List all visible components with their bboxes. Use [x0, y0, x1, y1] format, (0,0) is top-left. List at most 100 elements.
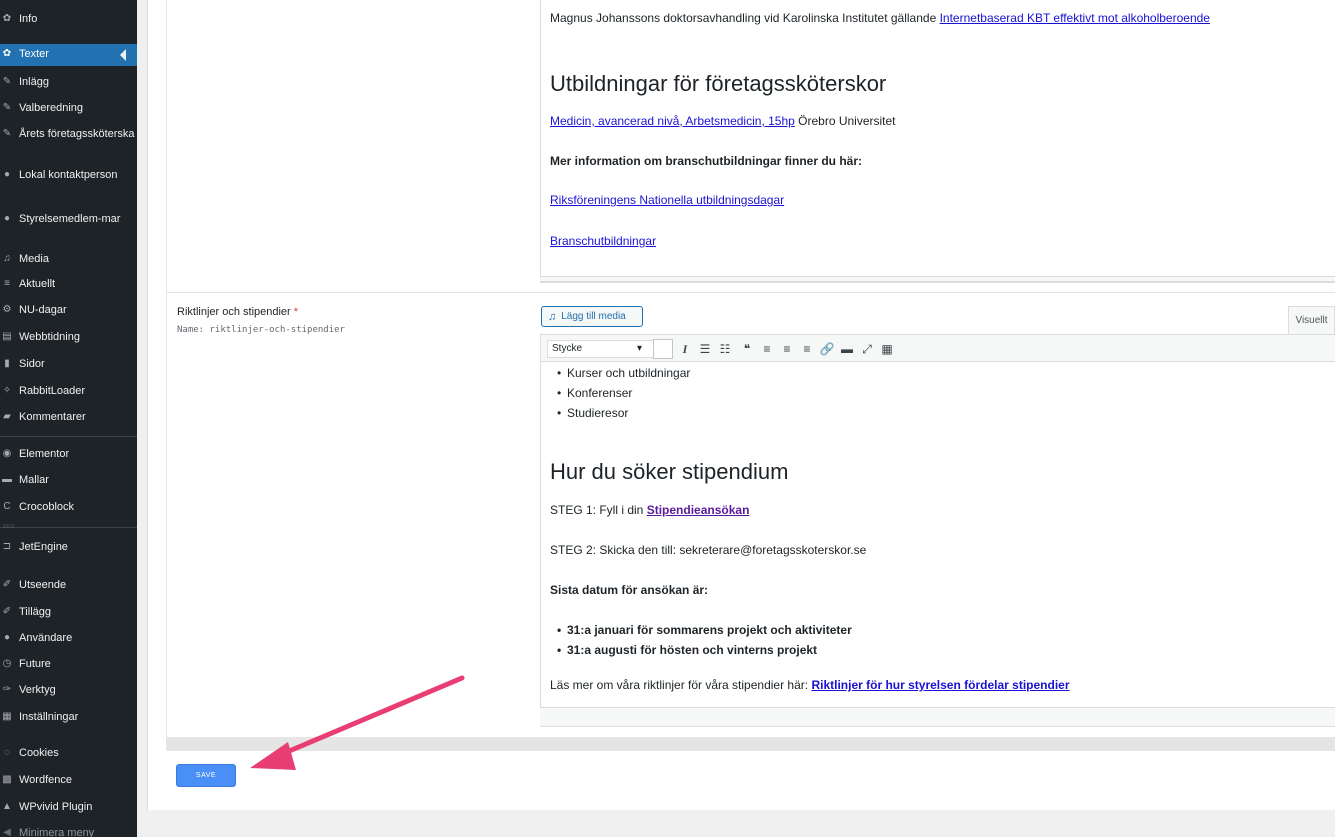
- field-name: Name: riktlinjer-och-stipendier: [177, 325, 345, 335]
- application-form-link[interactable]: Stipendieansökan: [647, 503, 750, 517]
- list-item: Kurser och utbildningar: [557, 366, 690, 380]
- numbered-list-icon[interactable]: ☷: [717, 341, 733, 357]
- sidebar-item-info[interactable]: ✿ Info: [0, 12, 137, 30]
- sidebar-item-valberedning[interactable]: ✎ Valberedning: [0, 101, 137, 119]
- list-icon: ≡: [4, 278, 10, 289]
- sidebar-item-inställningar[interactable]: ▦ Inställningar: [0, 710, 137, 728]
- sidebar-item-webbtidning[interactable]: ▤ Webbtidning: [0, 330, 137, 348]
- sidebar-item-label: Årets företagssköterska: [19, 128, 135, 140]
- crocoblock-icon: C: [3, 501, 11, 512]
- sidebar-item-texter[interactable]: ✿ Texter: [0, 44, 137, 66]
- sidebar-item-label: Elementor: [19, 448, 70, 460]
- sidebar-item-cookies[interactable]: ◌ Cookies: [0, 746, 137, 764]
- elementor-icon: ◉: [2, 448, 12, 459]
- sidebar-item-kommentarer[interactable]: ▰ Kommentarer: [0, 410, 137, 428]
- collapse-icon: ◀: [3, 827, 11, 837]
- field-label: Riktlinjer och stipendier *: [177, 306, 299, 318]
- sidebar-item-aktuellt[interactable]: ≡ Aktuellt: [0, 277, 137, 295]
- align-right-icon[interactable]: ≡: [799, 341, 815, 357]
- sidebar-item-mallar[interactable]: ▬ Mallar: [0, 473, 137, 491]
- sidebar-item-label: Kommentarer: [19, 411, 86, 423]
- sidebar-item-inlägg[interactable]: ✎ Inlägg: [0, 75, 137, 93]
- media-icon: ♫: [548, 310, 557, 323]
- pin-icon: ✎: [2, 76, 12, 87]
- sidebar-item-minimera-meny[interactable]: ◀ Minimera meny: [0, 826, 137, 837]
- rabbit-icon: ✧: [2, 385, 12, 396]
- sidebar-item-label: Inställningar: [19, 711, 79, 723]
- user-icon: ●: [3, 213, 11, 224]
- sidebar-item-verktyg[interactable]: ✑ Verktyg: [0, 683, 137, 701]
- align-center-icon[interactable]: ≡: [779, 341, 795, 357]
- sidebar-item-rabbitloader[interactable]: ✧ RabbitLoader: [0, 384, 137, 402]
- sidebar-item-styrelsemedlem-mar[interactable]: ● Styrelsemedlem-mar: [0, 212, 137, 246]
- blockquote-icon[interactable]: ❝: [739, 341, 755, 357]
- sidebar-item-label: JetEngine: [19, 541, 68, 553]
- national-days-link[interactable]: Riksföreningens Nationella utbildningsda…: [550, 193, 784, 207]
- deadline-heading: Sista datum för ansökan är:: [550, 583, 709, 597]
- wrench-icon: ✑: [2, 684, 12, 695]
- jetengine-icon: ⊐: [2, 541, 12, 552]
- gear-icon: ✿: [2, 13, 12, 24]
- sidebar-item-wpvivid-plugin[interactable]: ▲ WPvivid Plugin: [0, 800, 137, 818]
- form-left-border: [166, 0, 167, 737]
- sidebar-item-label: Verktyg: [19, 684, 56, 696]
- brush-icon: ✐: [2, 579, 12, 590]
- more-icon[interactable]: ▬: [839, 341, 855, 357]
- annotation-arrow: [250, 675, 465, 770]
- sidebar-item-årets-företagssköterska[interactable]: ✎ Årets företagssköterska: [0, 127, 137, 159]
- tab-visual[interactable]: Visuellt: [1288, 306, 1335, 334]
- required-marker: *: [293, 306, 299, 318]
- guidelines-link[interactable]: Riktlinjer för hur styrelsen fördelar st…: [811, 678, 1069, 692]
- sidebar-item-media[interactable]: ♫ Media: [0, 252, 137, 270]
- admin-sidebar: ✿ Info ✿ Texter ✎ Inlägg ✎ Valberedning ✎ Årets f…: [0, 0, 137, 837]
- plugin-icon: ✐: [2, 606, 12, 617]
- pin-icon: ✎: [2, 102, 12, 113]
- upper-editor-content[interactable]: Magnus Johanssons doktorsavhandling vid …: [540, 0, 1335, 283]
- link-icon[interactable]: 🔗: [819, 341, 835, 357]
- sidebar-item-elementor[interactable]: ◉ Elementor: [0, 447, 137, 465]
- format-select[interactable]: Stycke: [547, 340, 661, 358]
- sidebar-item-label: Sidor: [19, 358, 45, 370]
- sidebar-item-sidor[interactable]: ▮ Sidor: [0, 357, 137, 375]
- sidebar-item-crocoblock[interactable]: C Crocoblock: [0, 500, 137, 518]
- media-icon: ♫: [3, 253, 11, 264]
- italic-icon[interactable]: I: [677, 341, 693, 357]
- course-link[interactable]: Medicin, avancerad nivå, Arbetsmedicin, …: [550, 114, 795, 128]
- sidebar-separator: [0, 527, 137, 528]
- field-divider: [166, 292, 1335, 293]
- align-left-icon[interactable]: ≡: [759, 341, 775, 357]
- add-media-button[interactable]: ♫ Lägg till media: [541, 306, 643, 327]
- sidebar-item-användare[interactable]: ● Användare: [0, 631, 137, 649]
- sidebar-item-label: Tillägg: [19, 606, 51, 618]
- more-info-text: Mer information om branschutbildningar f…: [550, 154, 863, 168]
- sidebar-separator: [0, 436, 137, 437]
- intro-paragraph: Magnus Johanssons doktorsavhandling vid …: [550, 11, 1210, 25]
- pin-icon: ✎: [2, 128, 12, 139]
- toolbar-toggle-icon[interactable]: ▦: [879, 341, 895, 357]
- bullet-list-icon[interactable]: ☰: [697, 341, 713, 357]
- text-color-button[interactable]: [653, 339, 673, 359]
- fullscreen-icon[interactable]: ⤢: [859, 341, 875, 357]
- kbt-thesis-link[interactable]: Internetbaserad KBT effektivt mot alkoho…: [940, 11, 1210, 25]
- sidebar-item-wordfence[interactable]: ▩ Wordfence: [0, 773, 137, 791]
- sidebar-item-jetengine[interactable]: ⊐ JetEngine: [0, 540, 137, 558]
- settings-icon: ▦: [2, 711, 12, 722]
- user-icon: ●: [3, 632, 11, 643]
- sidebar-item-label: Styrelsemedlem-mar: [19, 213, 121, 225]
- sidebar-item-utseende[interactable]: ✐ Utseende: [0, 578, 137, 596]
- page-icon: ▮: [4, 358, 10, 369]
- sidebar-item-label: Inlägg: [19, 76, 49, 88]
- sidebar-item-label: Info: [19, 13, 38, 25]
- sidebar-item-future[interactable]: ◷ Future: [0, 657, 137, 675]
- step2-paragraph: STEG 2: Skicka den till: sekreterare@for…: [550, 543, 867, 557]
- gear-icon: ✿: [2, 48, 12, 59]
- wordfence-icon: ▩: [2, 774, 12, 785]
- industry-education-link[interactable]: Branschutbildningar: [550, 234, 656, 248]
- editor-statusbar: [540, 276, 1335, 282]
- save-button[interactable]: SAVE: [176, 764, 236, 787]
- sidebar-item-label: Användare: [19, 632, 73, 644]
- stipend-editor-content[interactable]: Kurser och utbildningar Konferenser Studie…: [540, 362, 1335, 707]
- sidebar-item-lokal-kontaktperson[interactable]: ● Lokal kontaktperson: [0, 168, 137, 200]
- sidebar-item-tillägg[interactable]: ✐ Tillägg: [0, 605, 137, 623]
- sidebar-item-nu-dagar[interactable]: ⚙ NU-dagar: [0, 303, 137, 321]
